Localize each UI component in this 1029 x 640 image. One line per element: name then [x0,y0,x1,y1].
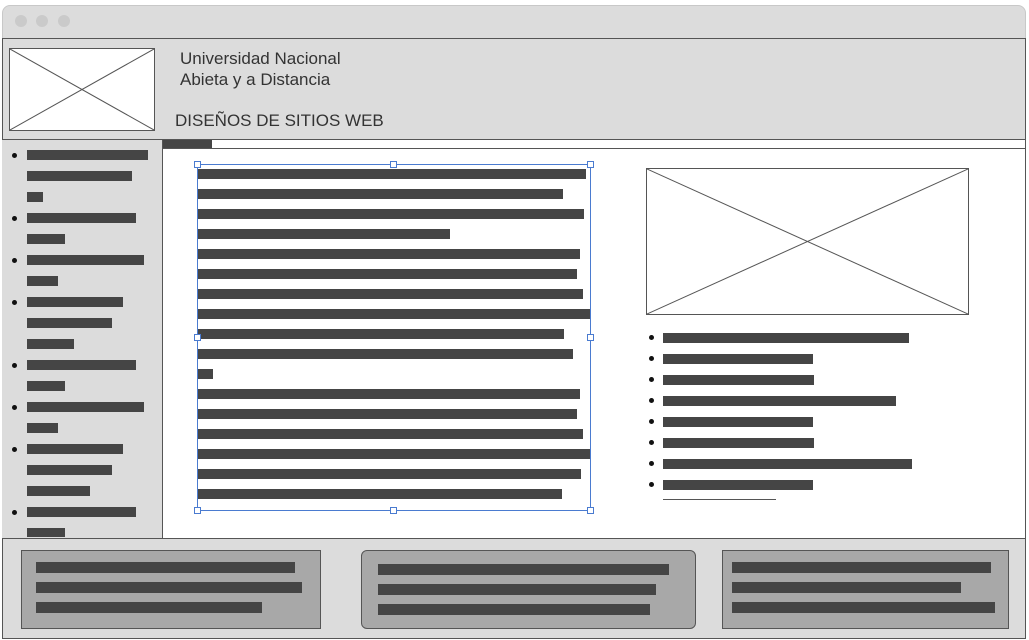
sidebar-item-line[interactable] [27,360,136,370]
sidebar-bullet [12,258,17,263]
resize-handle[interactable] [587,507,594,514]
minimize-dot[interactable] [36,15,48,27]
footer-text-line [732,582,961,593]
list-bullet [649,398,654,403]
list-bullet [649,335,654,340]
content-image-placeholder-icon [646,168,969,315]
sidebar-item-line[interactable] [27,213,136,223]
list-bullet [649,482,654,487]
maximize-dot[interactable] [58,15,70,27]
sidebar-item-line[interactable] [27,444,123,454]
sidebar-bullet [12,447,17,452]
sidebar-item-line[interactable] [27,381,65,391]
footer-text-line [732,562,991,573]
list-item-line[interactable] [663,333,909,343]
text-block-selection[interactable] [197,164,591,511]
footer-text-line [36,602,262,613]
sidebar-item-line[interactable] [27,297,123,307]
footer-text-line [732,602,995,613]
list-bullet [649,419,654,424]
sidebar-item-line[interactable] [27,318,112,328]
resize-handle[interactable] [587,334,594,341]
sidebar-bullet [12,300,17,305]
list-item-line[interactable] [663,480,813,490]
footer-text-line [36,562,295,573]
list-item-line[interactable] [663,438,814,448]
sidebar-item-line[interactable] [27,423,58,433]
site-title-line1: Universidad Nacional [180,49,341,68]
sidebar-item-line[interactable] [27,150,148,160]
page-subtitle: DISEÑOS DE SITIOS WEB [175,111,384,130]
sidebar-bullet [12,510,17,515]
logo-placeholder-icon [9,48,155,131]
resize-handle[interactable] [390,507,397,514]
sidebar-item-line[interactable] [27,234,65,244]
sidebar-item-line[interactable] [27,255,144,265]
list-underline [663,499,776,500]
resize-handle[interactable] [390,161,397,168]
sidebar-item-line[interactable] [27,276,58,286]
footer-text-line [36,582,302,593]
list-item-line[interactable] [663,375,814,385]
resize-handle[interactable] [194,161,201,168]
list-bullet [649,377,654,382]
sidebar-item-line[interactable] [27,528,65,537]
resize-handle[interactable] [194,334,201,341]
footer-text-line [378,604,650,615]
sidebar-item-line[interactable] [27,507,136,517]
footer-text-line [378,584,656,595]
sidebar-item-line[interactable] [27,339,74,349]
close-dot[interactable] [15,15,27,27]
sidebar-item-line[interactable] [27,402,144,412]
sidebar-bullet [12,216,17,221]
sidebar-item-line[interactable] [27,465,112,475]
list-bullet [649,440,654,445]
site-header [2,38,1026,140]
sidebar-item-line[interactable] [27,486,90,496]
site-title-line2: Abieta y a Distancia [180,70,331,89]
resize-handle[interactable] [194,507,201,514]
sidebar-item-line[interactable] [27,192,43,202]
list-bullet [649,356,654,361]
tab-active[interactable] [163,140,212,148]
list-item-line[interactable] [663,354,813,364]
list-item-line[interactable] [663,459,912,469]
sidebar-bullet [12,405,17,410]
tab-bar [163,140,1026,149]
resize-handle[interactable] [587,161,594,168]
sidebar-item-line[interactable] [27,171,132,181]
list-item-line[interactable] [663,396,896,406]
list-item-line[interactable] [663,417,813,427]
list-bullet [649,461,654,466]
sidebar-bullet [12,363,17,368]
sidebar-bullet [12,153,17,158]
footer-text-line [378,564,669,575]
